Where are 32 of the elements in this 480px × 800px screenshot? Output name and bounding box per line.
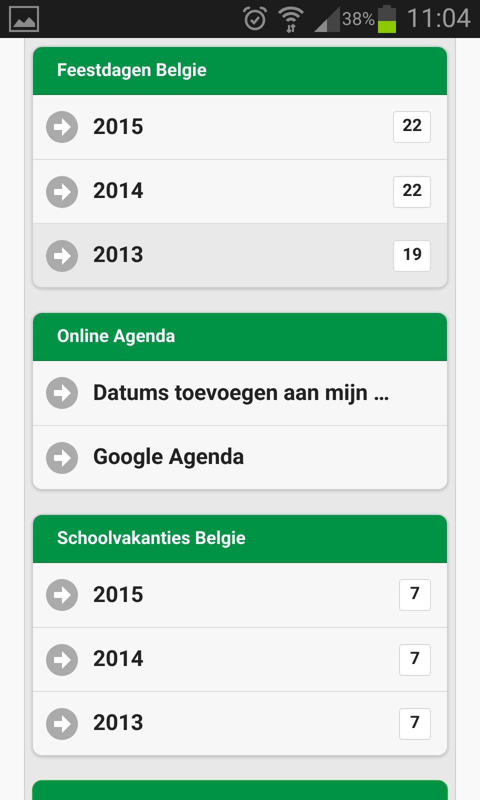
item-label: 2013 [93,710,144,738]
alarm-icon [240,6,269,32]
picture-icon [9,6,39,32]
item-label: 2014 [93,646,144,674]
list-item[interactable]: 2014 7 [33,627,447,691]
count-badge: 22 [393,111,431,143]
item-label: 2013 [93,242,144,270]
item-label: Google Agenda [93,444,246,472]
signal-icon [312,5,341,33]
item-label: Datums toevoegen aan mijn … [93,380,391,408]
item-label: 2015 [93,582,144,610]
battery-percentage: 38% [342,8,376,32]
list-item[interactable]: 2013 19 [33,223,447,287]
count-badge: 7 [399,579,431,611]
list-item[interactable]: Google Agenda [33,425,447,489]
list-item[interactable]: Datums toevoegen aan mijn … [33,361,447,425]
item-label: 2015 [93,114,144,142]
list-item[interactable]: 2015 22 [33,95,447,159]
item-label: 2014 [93,178,144,206]
section-header: Online Agenda [33,313,447,361]
count-badge: 22 [393,176,431,208]
clock: 11:04 [406,2,471,36]
section-header: Schoolvakanties Belgie [33,515,447,563]
battery-icon [378,5,396,33]
count-badge: 7 [399,708,431,740]
list-item[interactable]: 2013 7 [33,691,447,755]
count-badge: 7 [399,644,431,676]
list-item[interactable]: 2015 7 [33,563,447,627]
wifi-icon [276,5,305,33]
section-header: Feestdagen Belgie [33,47,447,95]
count-badge: 19 [393,240,431,272]
list-item[interactable]: 2014 22 [33,159,447,223]
